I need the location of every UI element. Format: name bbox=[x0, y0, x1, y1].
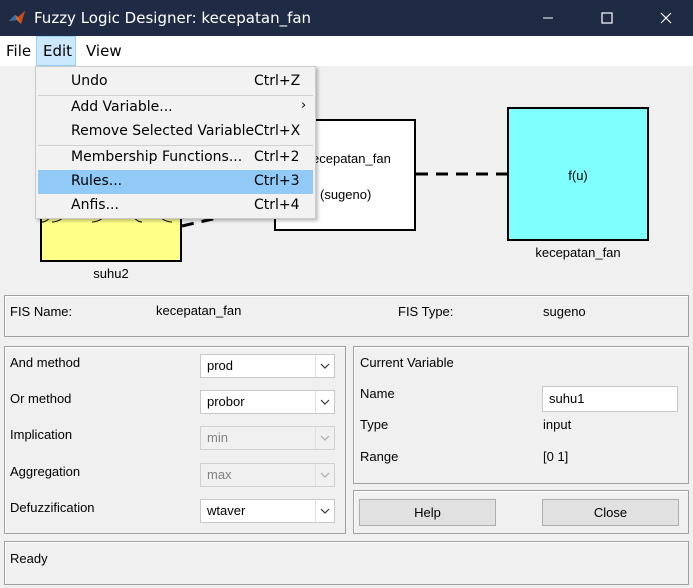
or-method-select[interactable]: probor bbox=[200, 390, 335, 414]
menu-item-shortcut: Ctrl+2 bbox=[254, 149, 300, 165]
variable-name-input[interactable]: suhu1 bbox=[542, 386, 678, 412]
minimize-icon bbox=[543, 17, 553, 19]
aggregation-value: max bbox=[207, 467, 232, 482]
close-window-button[interactable] bbox=[643, 0, 689, 36]
close-button[interactable]: Close bbox=[542, 499, 679, 526]
menu-item-shortcut: Ctrl+3 bbox=[254, 173, 300, 189]
menu-item-label: Rules... bbox=[71, 173, 123, 189]
window-title: Fuzzy Logic Designer: kecepatan_fan bbox=[34, 9, 312, 27]
menu-item-add-variable[interactable]: Add Variable... › bbox=[38, 96, 313, 120]
menu-item-remove-variable[interactable]: Remove Selected Variable Ctrl+X bbox=[38, 120, 313, 144]
menu-item-undo[interactable]: Undo Ctrl+Z bbox=[38, 70, 313, 94]
menu-item-rules[interactable]: Rules... Ctrl+3 bbox=[38, 170, 313, 194]
implication-select: min bbox=[200, 426, 335, 450]
maximize-button[interactable] bbox=[584, 0, 630, 36]
menu-item-shortcut: Ctrl+Z bbox=[254, 73, 301, 89]
status-text: Ready bbox=[10, 551, 48, 566]
fis-type-label: FIS Type: bbox=[398, 304, 454, 319]
or-method-label: Or method bbox=[10, 391, 72, 406]
menu-item-anfis[interactable]: Anfis... Ctrl+4 bbox=[38, 194, 313, 218]
fis-name-label: FIS Name: bbox=[10, 304, 73, 319]
and-method-label: And method bbox=[10, 355, 81, 370]
implication-value: min bbox=[207, 430, 228, 445]
edit-menu-dropdown: Undo Ctrl+Z Add Variable... › Remove Sel… bbox=[35, 66, 316, 219]
aggregation-select: max bbox=[200, 463, 335, 487]
menu-item-label: Undo bbox=[71, 73, 108, 89]
menu-edit[interactable]: Edit bbox=[36, 36, 76, 66]
defuzzification-label: Defuzzification bbox=[10, 500, 95, 515]
output-variable-name: kecepatan_fan bbox=[535, 245, 621, 260]
variable-range-label: Range bbox=[360, 449, 399, 464]
aggregation-label: Aggregation bbox=[10, 464, 81, 479]
input-variable-name: suhu2 bbox=[93, 266, 129, 281]
variable-type-value: input bbox=[543, 417, 572, 432]
menu-view[interactable]: View bbox=[80, 36, 128, 66]
chevron-down-icon bbox=[315, 464, 334, 486]
status-panel bbox=[4, 541, 689, 585]
defuzzification-value: wtaver bbox=[207, 503, 246, 518]
chevron-down-icon bbox=[315, 500, 334, 522]
and-method-value: prod bbox=[207, 358, 234, 373]
chevron-down-icon bbox=[315, 391, 334, 413]
variable-name-label: Name bbox=[360, 386, 395, 401]
fis-system-name: ecepatan_fan bbox=[312, 151, 391, 166]
title-bar: Fuzzy Logic Designer: kecepatan_fan bbox=[0, 0, 693, 36]
minimize-button[interactable] bbox=[525, 0, 571, 36]
fis-info-panel bbox=[4, 295, 689, 337]
menu-item-shortcut: Ctrl+4 bbox=[254, 197, 300, 213]
fis-system-type: (sugeno) bbox=[320, 187, 372, 202]
menu-item-label: Membership Functions... bbox=[71, 149, 243, 165]
close-icon bbox=[660, 12, 672, 24]
chevron-down-icon bbox=[315, 427, 334, 449]
current-variable-header: Current Variable bbox=[360, 355, 454, 370]
menu-item-label: Add Variable... bbox=[71, 99, 173, 115]
implication-label: Implication bbox=[10, 427, 73, 442]
and-method-select[interactable]: prod bbox=[200, 354, 335, 378]
matlab-icon bbox=[9, 11, 25, 24]
maximize-icon bbox=[601, 12, 613, 24]
menu-item-shortcut: Ctrl+X bbox=[254, 123, 301, 139]
menu-item-label: Anfis... bbox=[71, 197, 119, 213]
menu-item-label: Remove Selected Variable bbox=[71, 123, 255, 139]
or-method-value: probor bbox=[207, 394, 245, 409]
output-function: f(u) bbox=[568, 168, 588, 183]
chevron-down-icon bbox=[315, 355, 334, 377]
variable-range-value: [0 1] bbox=[543, 449, 569, 464]
fis-type-value: sugeno bbox=[543, 304, 586, 319]
submenu-arrow-icon: › bbox=[301, 98, 307, 113]
help-button[interactable]: Help bbox=[359, 499, 496, 526]
menu-file[interactable]: File bbox=[0, 36, 37, 66]
variable-type-label: Type bbox=[360, 417, 389, 432]
menu-item-membership-functions[interactable]: Membership Functions... Ctrl+2 bbox=[38, 146, 313, 170]
menu-bar: File Edit View bbox=[0, 36, 693, 66]
defuzzification-select[interactable]: wtaver bbox=[200, 499, 335, 523]
fis-name-value: kecepatan_fan bbox=[156, 303, 242, 318]
